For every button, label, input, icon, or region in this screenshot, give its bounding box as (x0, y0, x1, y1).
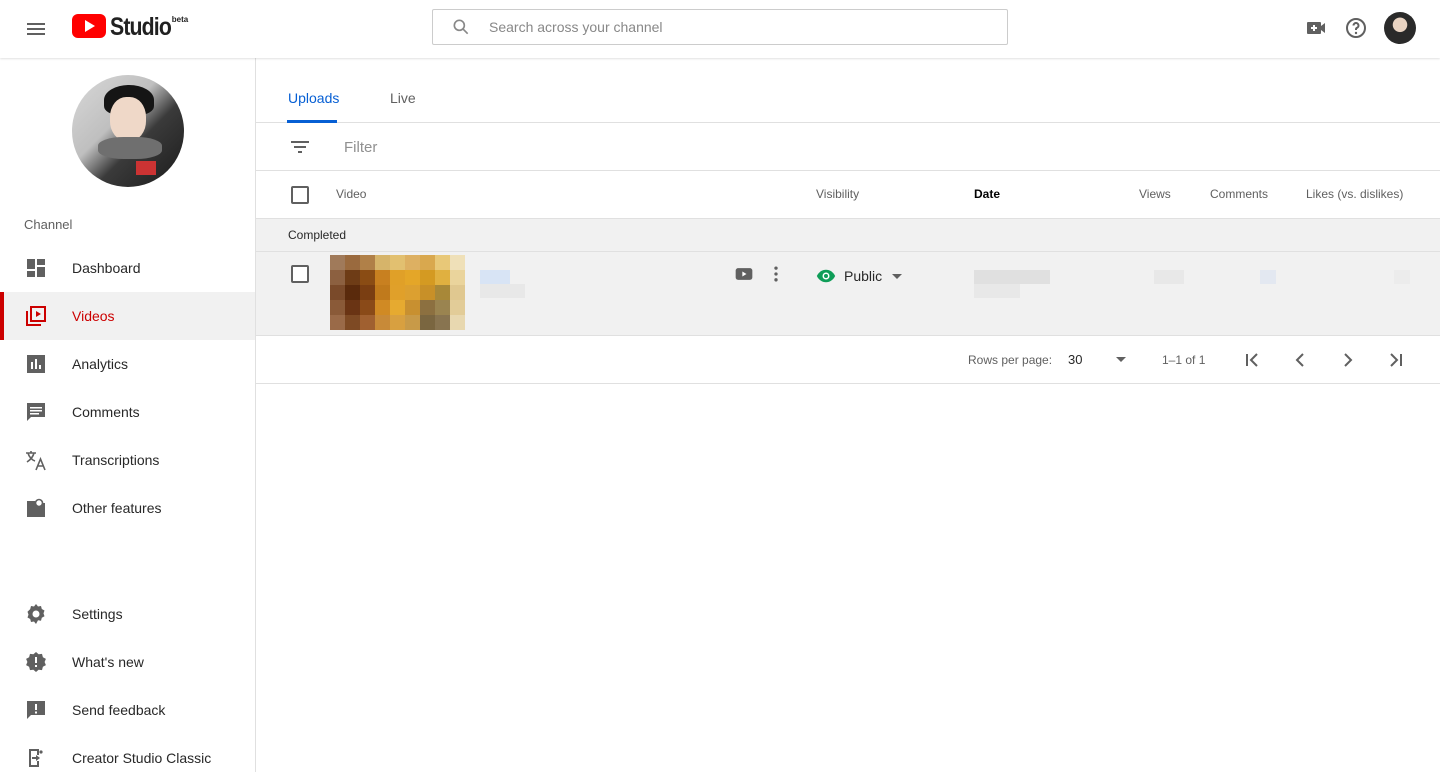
comments-redacted (1260, 270, 1276, 284)
channel-section-label: Channel (24, 217, 73, 232)
sidebar-item-label: Dashboard (72, 260, 141, 276)
filter-input[interactable]: Filter (344, 139, 377, 156)
account-avatar[interactable] (1384, 12, 1416, 44)
pagination-bar: Rows per page: 30 1–1 of 1 (256, 336, 1440, 384)
main-content: Uploads Live Filter Video Visibility Dat… (256, 58, 1440, 772)
more-options-icon[interactable] (766, 264, 786, 284)
row-checkbox[interactable] (291, 265, 309, 283)
left-sidebar: Channel Dashboard Videos Analytics Comme… (0, 58, 256, 772)
sidebar-item-label: Comments (72, 404, 140, 420)
page-range: 1–1 of 1 (1162, 353, 1206, 367)
sidebar-item-label: Creator Studio Classic (72, 750, 212, 766)
tab-live[interactable]: Live (390, 90, 416, 106)
sidebar-item-send-feedback[interactable]: Send feedback (0, 686, 255, 734)
search-icon (453, 19, 469, 35)
content-tabs: Uploads Live (256, 58, 1440, 123)
translate-icon (26, 451, 46, 471)
exit-icon (29, 749, 43, 767)
visibility-dropdown[interactable]: Public (816, 266, 903, 286)
youtube-play-icon (72, 14, 106, 38)
sidebar-item-label: Transcriptions (72, 452, 160, 468)
logo-text: Studio (110, 13, 172, 41)
video-title-redacted[interactable] (480, 270, 510, 284)
help-icon[interactable] (1344, 16, 1368, 40)
previous-page-icon[interactable] (1288, 348, 1312, 372)
sidebar-item-analytics[interactable]: Analytics (0, 340, 255, 388)
video-description-redacted (480, 284, 525, 298)
last-page-icon[interactable] (1384, 348, 1408, 372)
youtube-watch-icon[interactable] (734, 264, 754, 284)
sidebar-item-dashboard[interactable]: Dashboard (0, 244, 255, 292)
other-features-icon (27, 498, 45, 517)
next-page-icon[interactable] (1336, 348, 1360, 372)
column-views[interactable]: Views (1139, 187, 1171, 201)
sidebar-item-label: Send feedback (72, 702, 166, 718)
sidebar-item-videos[interactable]: Videos (0, 292, 255, 340)
column-visibility[interactable]: Visibility (816, 187, 859, 201)
search-input[interactable] (489, 19, 969, 35)
likes-redacted (1394, 270, 1410, 284)
eye-icon (816, 269, 836, 283)
analytics-icon (27, 355, 45, 373)
feedback-icon (27, 701, 45, 719)
sidebar-item-label: Videos (72, 308, 115, 324)
group-label: Completed (288, 228, 347, 242)
sidebar-item-label: What's new (72, 654, 144, 670)
whats-new-icon (26, 652, 46, 672)
sidebar-item-creator-studio-classic[interactable]: Creator Studio Classic (0, 734, 255, 782)
sidebar-item-label: Settings (72, 606, 123, 622)
visibility-label: Public (844, 268, 883, 284)
date-status-redacted (974, 284, 1020, 298)
sidebar-item-comments[interactable]: Comments (0, 388, 255, 436)
settings-icon (27, 604, 45, 624)
filter-icon[interactable] (288, 135, 312, 159)
table-header: Video Visibility Date Views Comments Lik… (256, 171, 1440, 219)
date-redacted (974, 270, 1050, 284)
rows-per-page-label: Rows per page: (968, 353, 1053, 367)
create-video-icon[interactable] (1304, 16, 1328, 40)
videos-icon (26, 306, 46, 326)
rows-per-page-select[interactable]: 30 (1068, 352, 1082, 367)
studio-logo[interactable]: Studio beta (72, 14, 188, 40)
tab-uploads[interactable]: Uploads (288, 90, 339, 106)
first-page-icon[interactable] (1240, 348, 1264, 372)
sidebar-item-transcriptions[interactable]: Transcriptions (0, 436, 255, 484)
video-thumbnail[interactable] (330, 255, 465, 330)
column-comments[interactable]: Comments (1210, 187, 1268, 201)
select-all-checkbox[interactable] (291, 186, 309, 204)
column-video: Video (336, 187, 367, 201)
top-app-bar: Studio beta (0, 0, 1440, 58)
table-row[interactable]: Public (256, 252, 1440, 336)
sidebar-item-settings[interactable]: Settings (0, 590, 255, 638)
comments-icon (27, 403, 45, 421)
column-date[interactable]: Date (974, 187, 1000, 201)
views-redacted (1154, 270, 1184, 284)
chevron-down-icon[interactable] (1116, 357, 1126, 362)
column-likes[interactable]: Likes (vs. dislikes) (1306, 187, 1403, 201)
sidebar-item-label: Other features (72, 500, 162, 516)
channel-avatar[interactable] (72, 75, 184, 187)
search-box[interactable] (432, 9, 1008, 45)
filter-bar: Filter (256, 123, 1440, 171)
menu-icon[interactable] (24, 17, 48, 41)
dashboard-icon (27, 259, 45, 277)
sidebar-item-label: Analytics (72, 356, 129, 372)
group-header-completed: Completed (256, 219, 1440, 252)
sidebar-item-other-features[interactable]: Other features (0, 484, 255, 532)
chevron-down-icon (892, 273, 903, 279)
beta-badge: beta (171, 15, 189, 24)
sidebar-item-whats-new[interactable]: What's new (0, 638, 255, 686)
